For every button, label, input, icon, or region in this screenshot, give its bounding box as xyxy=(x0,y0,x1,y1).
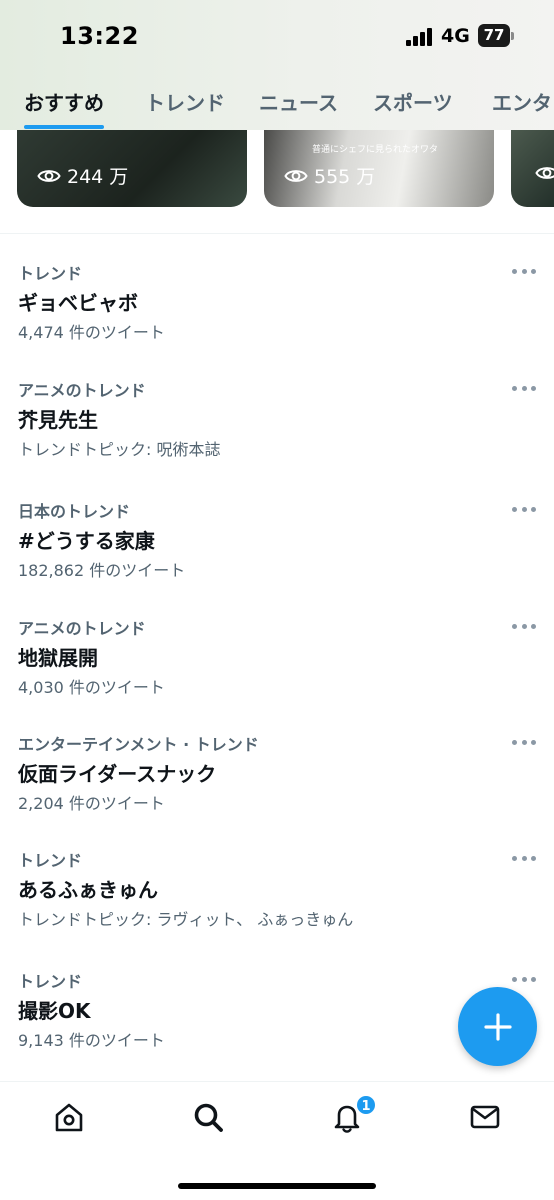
view-count: 555 万 xyxy=(284,162,375,189)
media-carousel: 244 万 普通にシェフに見られたオワタ 555 万 xyxy=(0,130,554,210)
trend-item[interactable]: アニメのトレンド 地獄展開 4,030 件のツイート xyxy=(0,615,554,725)
more-options-icon[interactable] xyxy=(512,852,536,864)
trend-item[interactable]: 日本のトレンド #どうする家康 182,862 件のツイート xyxy=(0,498,554,608)
trend-subtitle: 9,143 件のツイート xyxy=(18,1031,165,1050)
trend-title: 地獄展開 xyxy=(18,646,98,670)
mail-icon[interactable] xyxy=(468,1100,502,1134)
tab-entertainment[interactable]: エンタ xyxy=(492,87,552,116)
trend-category: アニメのトレンド xyxy=(18,619,146,638)
media-caption: 普通にシェフに見られたオワタ xyxy=(312,145,439,155)
trend-subtitle: トレンドトピック: 呪術本誌 xyxy=(18,440,221,459)
section-divider xyxy=(0,233,554,234)
battery-icon: 77 xyxy=(478,24,514,47)
more-options-icon[interactable] xyxy=(512,503,536,515)
home-indicator[interactable] xyxy=(178,1183,376,1189)
signal-icon xyxy=(406,28,434,46)
trend-category: トレンド xyxy=(18,972,83,991)
media-card[interactable]: 普通にシェフに見られたオワタ 555 万 xyxy=(264,130,494,207)
compose-tweet-button[interactable] xyxy=(458,987,537,1066)
trend-item[interactable]: トレンド ギョベビャボ 4,474 件のツイート xyxy=(0,260,554,370)
trend-category: 日本のトレンド xyxy=(18,502,131,521)
notification-badge: 1 xyxy=(355,1094,377,1116)
trend-subtitle: 4,030 件のツイート xyxy=(18,678,165,697)
status-time: 13:22 xyxy=(60,22,139,50)
trend-title: ギョベビャボ xyxy=(18,291,138,315)
media-card[interactable] xyxy=(511,130,554,207)
more-options-icon[interactable] xyxy=(512,620,536,632)
active-tab-indicator xyxy=(24,125,104,129)
tab-news[interactable]: ニュース xyxy=(259,87,338,116)
trend-subtitle: 4,474 件のツイート xyxy=(18,323,165,342)
more-options-icon[interactable] xyxy=(512,736,536,748)
trend-title: 芥見先生 xyxy=(18,408,98,432)
trend-subtitle: トレンドトピック: ラヴィット、 ふぁっきゅん xyxy=(18,910,354,929)
view-count: 244 万 xyxy=(37,162,128,189)
network-type: 4G xyxy=(441,25,470,47)
trend-subtitle: 2,204 件のツイート xyxy=(18,794,165,813)
status-bar: 13:22 4G 77 xyxy=(0,0,554,72)
trend-item[interactable]: アニメのトレンド 芥見先生 トレンドトピック: 呪術本誌 xyxy=(0,377,554,487)
trend-title: あるふぁきゅん xyxy=(18,878,158,902)
header-area: 13:22 4G 77 おすすめ トレンド ニュース スポーツ エンタ xyxy=(0,0,554,130)
trend-subtitle: 182,862 件のツイート xyxy=(18,561,186,580)
trend-category: エンターテインメント · トレンド xyxy=(18,735,259,754)
more-options-icon[interactable] xyxy=(512,382,536,394)
search-icon[interactable] xyxy=(191,1100,225,1134)
explore-tabs: おすすめ トレンド ニュース スポーツ エンタ xyxy=(0,80,554,130)
media-card[interactable]: 244 万 xyxy=(17,130,247,207)
trend-title: 仮面ライダースナック xyxy=(18,762,217,786)
battery-level: 77 xyxy=(478,24,510,47)
tab-trending[interactable]: トレンド xyxy=(145,87,225,116)
trend-title: #どうする家康 xyxy=(18,529,155,553)
plus-icon xyxy=(483,1012,512,1041)
more-options-icon[interactable] xyxy=(512,265,536,277)
trend-category: アニメのトレンド xyxy=(18,381,146,400)
trend-item[interactable]: エンターテインメント · トレンド 仮面ライダースナック 2,204 件のツイー… xyxy=(0,731,554,841)
more-options-icon[interactable] xyxy=(512,973,536,985)
trend-item[interactable]: トレンド あるふぁきゅん トレンドトピック: ラヴィット、 ふぁっきゅん xyxy=(0,847,554,957)
eye-icon xyxy=(535,167,554,179)
eye-icon xyxy=(284,169,308,182)
view-count-text: 244 万 xyxy=(67,166,129,188)
trend-category: トレンド xyxy=(18,264,83,283)
tab-sports[interactable]: スポーツ xyxy=(373,87,453,116)
view-count-text: 555 万 xyxy=(314,166,376,188)
eye-icon xyxy=(37,169,61,182)
trend-title: 撮影OK xyxy=(18,999,91,1023)
tab-for-you[interactable]: おすすめ xyxy=(24,87,104,116)
home-icon[interactable] xyxy=(52,1100,86,1134)
trend-category: トレンド xyxy=(18,851,83,870)
